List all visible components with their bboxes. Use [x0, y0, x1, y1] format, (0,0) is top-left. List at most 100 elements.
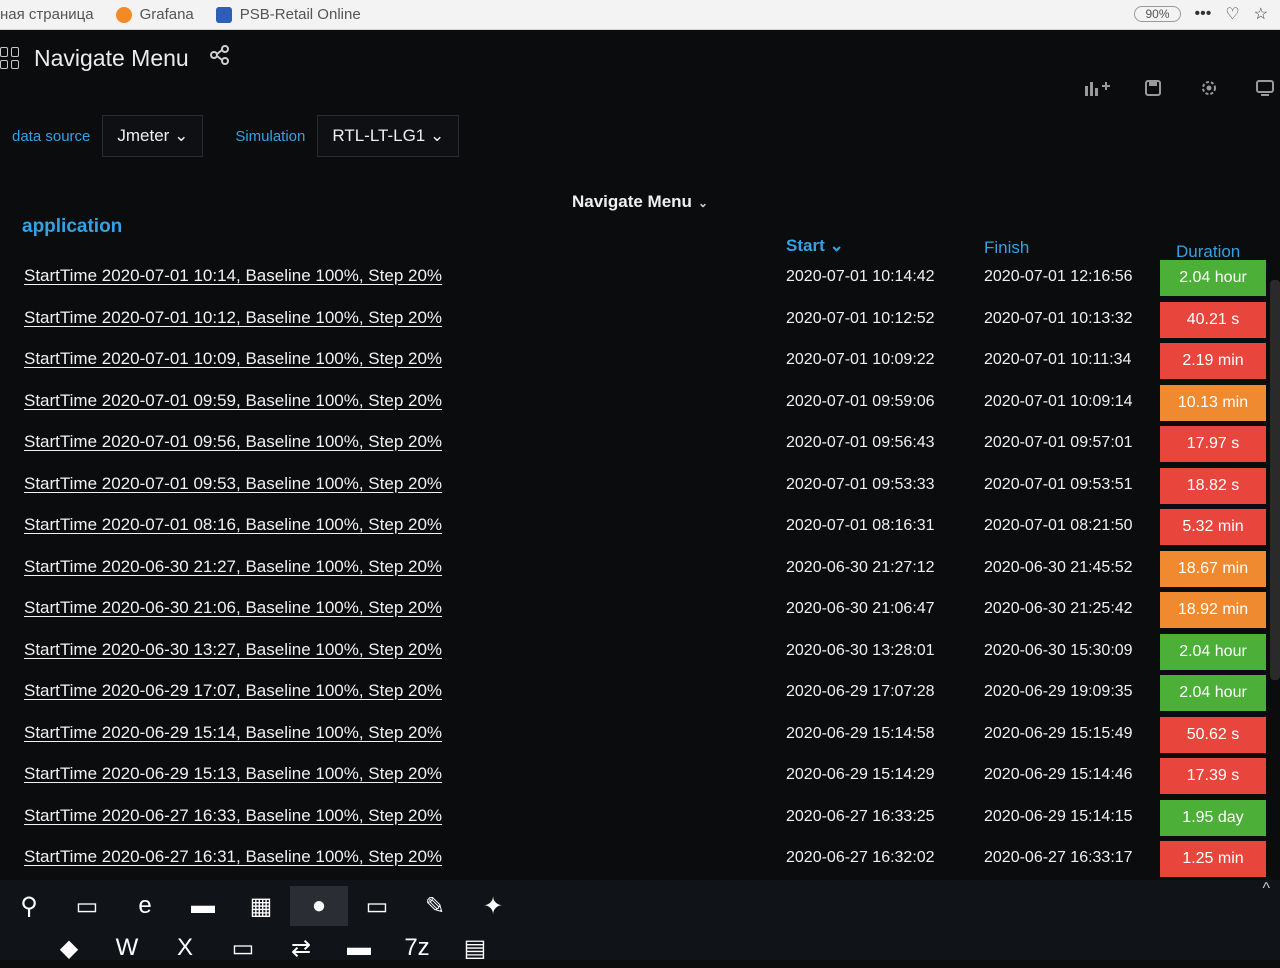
bookmark-psb[interactable]: PSB-Retail Online	[215, 6, 361, 23]
7zip-icon[interactable]: 7z	[388, 928, 446, 968]
data-source-select[interactable]: Jmeter ⌄	[102, 115, 204, 157]
finish-cell: 2020-06-29 19:09:35	[984, 683, 1133, 700]
finish-cell: 2020-07-01 09:53:51	[984, 476, 1133, 493]
duration-cell: 2.04 hour	[1160, 634, 1266, 670]
dashboard-title[interactable]: Navigate Menu	[34, 45, 189, 72]
document-icon[interactable]: ▤	[446, 928, 504, 968]
application-link[interactable]: StartTime 2020-06-27 16:33, Baseline 100…	[24, 806, 442, 826]
page-actions-menu-icon[interactable]: •••	[1195, 5, 1212, 23]
grafana-logo-icon	[115, 6, 132, 23]
firefox-icon[interactable]: ●	[290, 886, 348, 926]
table-row: StartTime 2020-06-29 15:14, Baseline 100…	[0, 715, 1280, 755]
terminal-icon[interactable]: ▭	[348, 886, 406, 926]
simulation-label: Simulation	[235, 127, 306, 145]
start-cell: 2020-06-30 13:28:01	[786, 642, 935, 659]
finish-cell: 2020-06-29 15:14:46	[984, 766, 1133, 783]
application-link[interactable]: StartTime 2020-07-01 10:12, Baseline 100…	[24, 308, 442, 328]
grid-icon[interactable]	[0, 47, 22, 69]
duration-cell: 2.04 hour	[1160, 260, 1266, 296]
windows-taskbar: ⚲ ▭ e ▬ ▦ ● ▭ ✎ ✦ ◆ W X ▭ ⇄ ▬ 7z ▤ ^	[0, 880, 1280, 962]
start-cell: 2020-07-01 08:16:31	[786, 517, 935, 534]
duration-cell: 1.25 min	[1160, 841, 1266, 877]
word-icon[interactable]: W	[98, 928, 156, 968]
settings-icon[interactable]	[1194, 78, 1224, 104]
simulation-select[interactable]: RTL-LT-LG1 ⌄	[317, 115, 460, 157]
windows-app-icon[interactable]: ◆	[40, 928, 98, 968]
excel-icon[interactable]: X	[156, 928, 214, 968]
application-link[interactable]: StartTime 2020-06-30 21:06, Baseline 100…	[24, 598, 442, 618]
folder-icon[interactable]: ▬	[330, 928, 388, 968]
bookmark-home[interactable]: ная страница	[0, 6, 94, 23]
table-row: StartTime 2020-07-01 10:14, Baseline 100…	[0, 258, 1280, 298]
duration-cell: 18.92 min	[1160, 592, 1266, 628]
application-link[interactable]: StartTime 2020-06-30 21:27, Baseline 100…	[24, 557, 442, 577]
bookmark-star-icon[interactable]: ☆	[1254, 4, 1268, 24]
application-link[interactable]: StartTime 2020-07-01 09:53, Baseline 100…	[24, 474, 442, 494]
duration-cell: 18.67 min	[1160, 551, 1266, 587]
application-link[interactable]: StartTime 2020-06-27 16:31, Baseline 100…	[24, 847, 442, 867]
network-icon[interactable]: ⇄	[272, 928, 330, 968]
add-panel-icon[interactable]	[1082, 78, 1112, 104]
share-icon[interactable]	[209, 44, 231, 72]
application-link[interactable]: StartTime 2020-07-01 09:56, Baseline 100…	[24, 432, 442, 452]
dashboard-header: Navigate Menu	[0, 38, 1280, 96]
start-cell: 2020-06-27 16:32:02	[786, 849, 935, 866]
taskbar-row-1: ⚲ ▭ e ▬ ▦ ● ▭ ✎ ✦	[0, 886, 522, 926]
finish-cell: 2020-06-29 15:15:49	[984, 725, 1133, 742]
start-cell: 2020-06-29 15:14:29	[786, 766, 935, 783]
table-row: StartTime 2020-07-01 08:16, Baseline 100…	[0, 507, 1280, 547]
terminal-icon-2[interactable]: ▭	[214, 928, 272, 968]
column-header-finish[interactable]: Finish	[984, 238, 1029, 258]
start-cell: 2020-07-01 10:09:22	[786, 351, 935, 368]
search-icon[interactable]: ⚲	[0, 886, 58, 926]
notepad-icon[interactable]: ▦	[232, 886, 290, 926]
bookmark-grafana-label: Grafana	[139, 6, 194, 23]
application-link[interactable]: StartTime 2020-07-01 09:59, Baseline 100…	[24, 391, 442, 411]
internet-explorer-icon[interactable]: e	[116, 886, 174, 926]
start-cell: 2020-07-01 10:14:42	[786, 268, 935, 285]
start-cell: 2020-07-01 09:59:06	[786, 393, 935, 410]
start-cell: 2020-06-29 17:07:28	[786, 683, 935, 700]
tv-mode-icon[interactable]	[1250, 78, 1280, 104]
psb-logo-icon	[215, 6, 232, 23]
pocket-icon[interactable]: ♡	[1225, 4, 1239, 24]
task-view-icon[interactable]: ▭	[58, 886, 116, 926]
application-link[interactable]: StartTime 2020-07-01 10:14, Baseline 100…	[24, 266, 442, 286]
duration-cell: 17.97 s	[1160, 426, 1266, 462]
application-link[interactable]: StartTime 2020-07-01 08:16, Baseline 100…	[24, 515, 442, 535]
finish-cell: 2020-06-27 16:33:17	[984, 849, 1133, 866]
application-link[interactable]: StartTime 2020-06-29 15:14, Baseline 100…	[24, 723, 442, 743]
table-row: StartTime 2020-07-01 10:09, Baseline 100…	[0, 341, 1280, 381]
application-link[interactable]: StartTime 2020-06-29 15:13, Baseline 100…	[24, 764, 442, 784]
table-scrollbar[interactable]	[1270, 280, 1280, 680]
finish-cell: 2020-07-01 08:21:50	[984, 517, 1133, 534]
table-row: StartTime 2020-06-29 17:07, Baseline 100…	[0, 673, 1280, 713]
zoom-indicator[interactable]: 90%	[1134, 6, 1181, 22]
tray-expand-icon[interactable]: ^	[1262, 880, 1270, 898]
paint-icon[interactable]: ✦	[464, 886, 522, 926]
application-link[interactable]: StartTime 2020-07-01 10:09, Baseline 100…	[24, 349, 442, 369]
save-icon[interactable]	[1138, 78, 1168, 104]
duration-cell: 10.13 min	[1160, 385, 1266, 421]
file-explorer-icon[interactable]: ▬	[174, 886, 232, 926]
application-link[interactable]: StartTime 2020-06-30 13:27, Baseline 100…	[24, 640, 442, 660]
panel-title[interactable]: Navigate Menu ⌄	[0, 192, 1280, 212]
table-row: StartTime 2020-06-29 15:13, Baseline 100…	[0, 756, 1280, 796]
duration-cell: 2.19 min	[1160, 343, 1266, 379]
panel-title-text: Navigate Menu	[571, 192, 692, 211]
dashboard-toolbar	[1082, 78, 1280, 104]
bookmark-psb-label: PSB-Retail Online	[239, 6, 361, 23]
table-row: StartTime 2020-06-30 13:27, Baseline 100…	[0, 632, 1280, 672]
table-row: StartTime 2020-07-01 09:53, Baseline 100…	[0, 466, 1280, 506]
table-row: StartTime 2020-07-01 09:56, Baseline 100…	[0, 424, 1280, 464]
table-row: StartTime 2020-06-27 16:33, Baseline 100…	[0, 798, 1280, 838]
application-link[interactable]: StartTime 2020-06-29 17:07, Baseline 100…	[24, 681, 442, 701]
column-header-start[interactable]: Start ⌄	[786, 236, 844, 256]
bookmark-grafana[interactable]: Grafana	[115, 6, 194, 23]
start-cell: 2020-06-30 21:27:12	[786, 559, 935, 576]
column-header-application[interactable]: application	[22, 216, 122, 238]
finish-cell: 2020-06-30 21:45:52	[984, 559, 1133, 576]
pen-icon[interactable]: ✎	[406, 886, 464, 926]
finish-cell: 2020-07-01 10:11:34	[984, 351, 1132, 368]
duration-cell: 5.32 min	[1160, 509, 1266, 545]
